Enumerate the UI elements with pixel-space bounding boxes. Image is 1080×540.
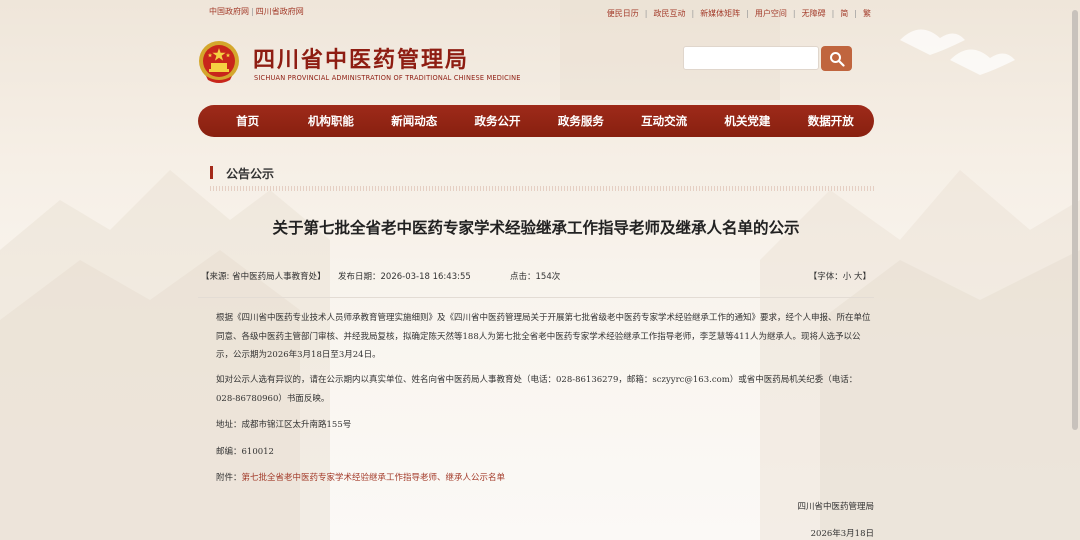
nav-party[interactable]: 机关党建 — [706, 113, 789, 129]
main-nav: 首页 机构职能 新闻动态 政务公开 政务服务 互动交流 机关党建 数据开放 — [198, 105, 874, 137]
nav-news[interactable]: 新闻动态 — [373, 113, 456, 129]
article-attachment: 附件：第七批全省老中医药专家学术经验继承工作指导老师、继承人公示名单 — [198, 469, 874, 488]
top-links-right: 便民日历 | 政民互动 | 新媒体矩阵 | 用户空间 | 无障碍 | 简 | 繁 — [606, 8, 871, 19]
nav-open-data[interactable]: 数据开放 — [789, 113, 872, 129]
nav-gov-affairs[interactable]: 政务公开 — [456, 113, 539, 129]
site-title: 四川省中医药管理局 — [253, 47, 470, 73]
article-address: 地址：成都市锦江区太升南路155号 — [198, 416, 874, 435]
signature-date: 2026年3月18日 — [810, 529, 874, 539]
link-gov-cn[interactable]: 中国政府网 — [209, 7, 249, 16]
national-emblem-icon — [198, 40, 240, 84]
attachment-label: 附件： — [216, 473, 242, 483]
link-user-space[interactable]: 用户空间 — [755, 8, 787, 19]
link-new-media[interactable]: 新媒体矩阵 — [700, 8, 740, 19]
article-clicks: 点击：154次 — [510, 272, 561, 282]
article-postcode: 邮编：610012 — [198, 443, 874, 462]
nav-home[interactable]: 首页 — [206, 113, 289, 129]
meta-divider — [198, 297, 874, 298]
top-links-left: 中国政府网 | 四川省政府网 — [209, 7, 304, 16]
article-paragraph-1: 根据《四川省中医药专业技术人员师承教育管理实施细则》及《四川省中医药管理局关于开… — [198, 309, 874, 365]
signature-org: 四川省中医药管理局 — [797, 502, 874, 512]
nav-gov-services[interactable]: 政务服务 — [539, 113, 622, 129]
search-button[interactable] — [821, 46, 852, 71]
link-sc-gov[interactable]: 四川省政府网 — [256, 7, 304, 16]
search-icon — [829, 51, 845, 67]
link-interaction[interactable]: 政民互动 — [653, 8, 685, 19]
attachment-link[interactable]: 第七批全省老中医药专家学术经验继承工作指导老师、继承人公示名单 — [242, 473, 506, 483]
link-traditional[interactable]: 繁 — [863, 8, 871, 19]
section-title[interactable]: 公告公示 — [226, 165, 274, 182]
paragraph-text: 根据《四川省中医药专业技术人员师承教育管理实施细则》及《四川省中医药管理局关于开… — [216, 313, 871, 360]
link-simplified[interactable]: 简 — [840, 8, 848, 19]
section-divider — [210, 186, 874, 191]
link-accessibility[interactable]: 无障碍 — [802, 8, 826, 19]
font-size-control[interactable]: 【字体：小 大】 — [809, 270, 871, 282]
article-title: 关于第七批全省老中医药专家学术经验继承工作指导老师及继承人名单的公示 — [272, 219, 800, 237]
link-calendar[interactable]: 便民日历 — [607, 8, 639, 19]
article-source: 【来源: 省中医药局人事教育处】 — [201, 272, 326, 282]
nav-interaction[interactable]: 互动交流 — [622, 113, 705, 129]
site-subtitle: SICHUAN PROVINCIAL ADMINISTRATION OF TRA… — [254, 74, 521, 82]
section-marker — [210, 166, 213, 179]
scrollbar[interactable] — [1072, 10, 1078, 430]
article-date: 发布日期：2026-03-18 16:43:55 — [338, 272, 471, 282]
article-paragraph-2: 如对公示人选有异议的，请在公示期内以真实单位、姓名向省中医药局人事教育处（电话：… — [198, 371, 874, 408]
postcode-text: 邮编：610012 — [216, 447, 274, 457]
nav-functions[interactable]: 机构职能 — [289, 113, 372, 129]
address-text: 地址：成都市锦江区太升南路155号 — [216, 420, 352, 430]
paragraph-text: 如对公示人选有异议的，请在公示期内以真实单位、姓名向省中医药局人事教育处（电话：… — [216, 375, 858, 404]
search-input[interactable] — [683, 46, 819, 70]
